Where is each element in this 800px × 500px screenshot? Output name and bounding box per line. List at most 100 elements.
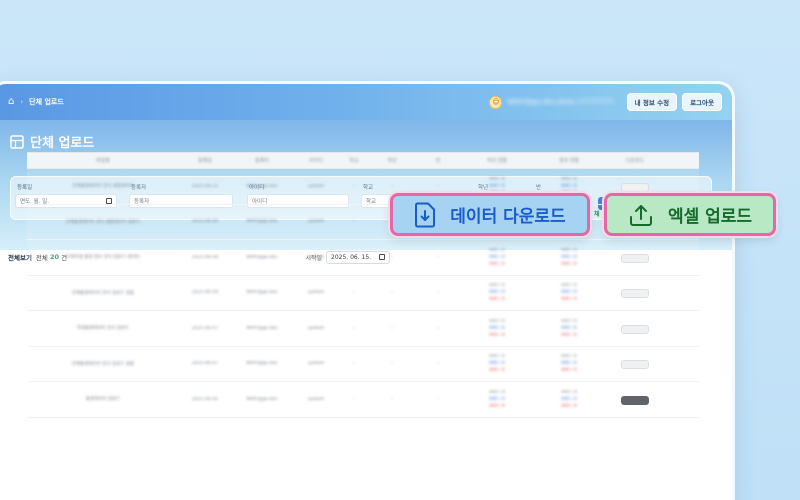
id-cell: system xyxy=(307,183,325,189)
date-cell: 2025-06-11 xyxy=(191,183,219,189)
file-name-cell: 단체학생 출결 정보 양식 업로드 데이터 xyxy=(66,255,140,261)
registrar-cell: NPAY@go.dev xyxy=(246,396,278,402)
grade-cell: – xyxy=(390,254,394,260)
file-name-cell: 단체출결데이터 양식 샘플데이터 xyxy=(72,184,134,190)
class-cell: – xyxy=(436,254,440,260)
table-row[interactable]: 단체출결데이터 양식 샘플데이터 2025-06-11 NPAY@go.dev sys… xyxy=(27,169,699,205)
list-edge-text: 채 xyxy=(594,211,600,218)
school-cell: – xyxy=(352,361,356,367)
col-header[interactable]: 파일명 xyxy=(27,157,179,164)
id-cell: system xyxy=(307,361,325,367)
date-cell: 2025-06-09 xyxy=(191,254,219,260)
file-name-cell: 단체출결데이터 양식 샘플데이터 업로드 xyxy=(65,219,141,225)
user-info: ☺ NPAY@go.dev.dmlx (7777777) xyxy=(489,95,614,109)
row-download-button[interactable] xyxy=(621,395,649,405)
row-download-button[interactable] xyxy=(621,182,649,192)
class-cell: – xyxy=(436,290,440,296)
school-cell: – xyxy=(352,396,356,402)
table-header: 파일명 등록일 등록자 아이디 학교 학년 반 처리 현황 결과 현황 다운로드 xyxy=(27,152,699,169)
date-cell: 2025-06-09 xyxy=(191,219,219,225)
result-status-cell: 000 / 0000 / 0000 / 0 xyxy=(561,389,577,409)
id-cell: system xyxy=(307,396,325,402)
home-icon[interactable]: ⌂ xyxy=(8,97,14,107)
process-status-cell: 000 / 0000 / 0000 / 0 xyxy=(489,354,505,374)
col-header[interactable]: 학년 xyxy=(369,157,415,164)
id-cell: system xyxy=(307,219,325,225)
file-name-cell: 학생출결데이터 양식 업로드 xyxy=(76,326,130,332)
school-cell: – xyxy=(352,254,356,260)
download-cell xyxy=(605,354,665,373)
result-status-cell: 000 / 0000 / 0000 / 0 xyxy=(561,354,577,374)
registrar-cell: NPAY@go.dev xyxy=(246,254,278,260)
file-name-cell: 출결데이터 업로드 xyxy=(85,397,121,403)
table-row[interactable]: 학생출결데이터 양식 업로드 2025-06-07 NPAY@go.dev syste… xyxy=(27,311,699,347)
col-header[interactable]: 반 xyxy=(415,157,461,164)
my-info-button[interactable]: 내 정보 수정 xyxy=(626,93,678,111)
result-status-cell: 000 / 0000 / 0000 / 0 xyxy=(561,283,577,303)
excel-upload-label: 엑셀 업로드 xyxy=(667,207,753,227)
grade-cell: – xyxy=(390,183,394,189)
process-status-cell: 000 / 0000 / 0000 / 0 xyxy=(489,389,505,409)
id-cell: system xyxy=(307,290,325,296)
grade-cell: – xyxy=(390,361,394,367)
registrar-cell: NPAY@go.dev xyxy=(246,290,278,296)
registrar-cell: NPAY@go.dev xyxy=(246,361,278,367)
grade-cell: – xyxy=(390,325,394,331)
row-download-button[interactable] xyxy=(621,324,649,334)
class-cell: – xyxy=(436,183,440,189)
registrar-cell: NPAY@go.dev xyxy=(246,219,278,225)
process-status-cell: 000 / 0000 / 0000 / 0 xyxy=(489,318,505,338)
data-download-label: 데이터 다운로드 xyxy=(450,207,566,227)
row-download-button[interactable] xyxy=(621,289,649,299)
table-row[interactable]: 단체출결데이터 양식 업로드 샘플 2025-06-07 NPAY@go.dev sy… xyxy=(27,347,699,382)
col-header[interactable]: 아이디 xyxy=(293,157,339,164)
table-body: 단체출결데이터 양식 샘플데이터 2025-06-11 NPAY@go.dev sys… xyxy=(27,169,699,418)
upload-icon xyxy=(629,204,652,226)
file-name-cell: 단체출결데이터 양식 업로드 샘플 xyxy=(71,290,135,296)
download-cell xyxy=(605,283,665,302)
data-download-button[interactable]: 데이터 다운로드 xyxy=(390,193,590,236)
date-cell: 2025-06-07 xyxy=(191,361,219,367)
col-header[interactable]: 학교 xyxy=(339,157,369,164)
download-file-icon xyxy=(415,202,436,227)
class-cell: – xyxy=(436,396,440,402)
top-bar: ⌂ › 단체 업로드 ☺ NPAY@go.dev.dmlx (7777777) … xyxy=(0,84,732,120)
breadcrumb: ⌂ › 단체 업로드 xyxy=(8,97,64,107)
table-row[interactable]: 단체학생 출결 정보 양식 업로드 데이터 2025-06-09 NPAY@go.d… xyxy=(27,240,699,276)
row-download-button[interactable] xyxy=(621,253,649,263)
grade-cell: – xyxy=(390,290,394,296)
page-title: 단체 업로드 xyxy=(30,136,95,151)
avatar: ☺ xyxy=(489,95,503,109)
col-header[interactable]: 결과 현황 xyxy=(533,157,605,164)
download-cell xyxy=(605,248,665,267)
download-cell xyxy=(605,390,665,409)
breadcrumb-current: 단체 업로드 xyxy=(29,98,64,106)
row-download-button[interactable] xyxy=(621,360,649,370)
date-cell: 2025-06-07 xyxy=(191,325,219,331)
date-cell: 2025-06-09 xyxy=(191,290,219,296)
process-status-cell: 000 / 0000 / 0000 / 0 xyxy=(489,283,505,303)
user-name: NPAY@go.dev.dmlx (7777777) xyxy=(507,98,614,106)
registrar-cell: NPAY@go.dev xyxy=(246,325,278,331)
logout-button[interactable]: 로그아웃 xyxy=(682,93,722,111)
breadcrumb-separator: › xyxy=(20,98,24,106)
excel-upload-button[interactable]: 엑셀 업로드 xyxy=(604,193,776,236)
col-header[interactable]: 다운로드 xyxy=(605,157,665,164)
col-header[interactable]: 등록자 xyxy=(231,157,293,164)
process-status-cell: 000 / 0000 / 0000 / 0 xyxy=(489,247,505,267)
result-status-cell: 000 / 0000 / 0000 / 0 xyxy=(561,318,577,338)
school-cell: – xyxy=(352,183,356,189)
registrar-cell: NPAY@go.dev xyxy=(246,183,278,189)
col-header[interactable]: 등록일 xyxy=(179,157,231,164)
id-cell: system xyxy=(307,325,325,331)
table-row[interactable]: 출결데이터 업로드 2025-06-05 NPAY@go.dev system – – – 0… xyxy=(27,382,699,418)
table-row[interactable]: 단체출결데이터 양식 업로드 샘플 2025-06-09 NPAY@go.dev sy… xyxy=(27,276,699,311)
school-cell: – xyxy=(352,219,356,225)
grade-cell: – xyxy=(390,396,394,402)
id-cell: system xyxy=(307,254,325,260)
file-name-cell: 단체출결데이터 양식 업로드 샘플 xyxy=(71,361,135,367)
download-cell xyxy=(605,319,665,338)
school-cell: – xyxy=(352,290,356,296)
table-icon xyxy=(10,134,24,149)
col-header[interactable]: 처리 현황 xyxy=(461,157,533,164)
